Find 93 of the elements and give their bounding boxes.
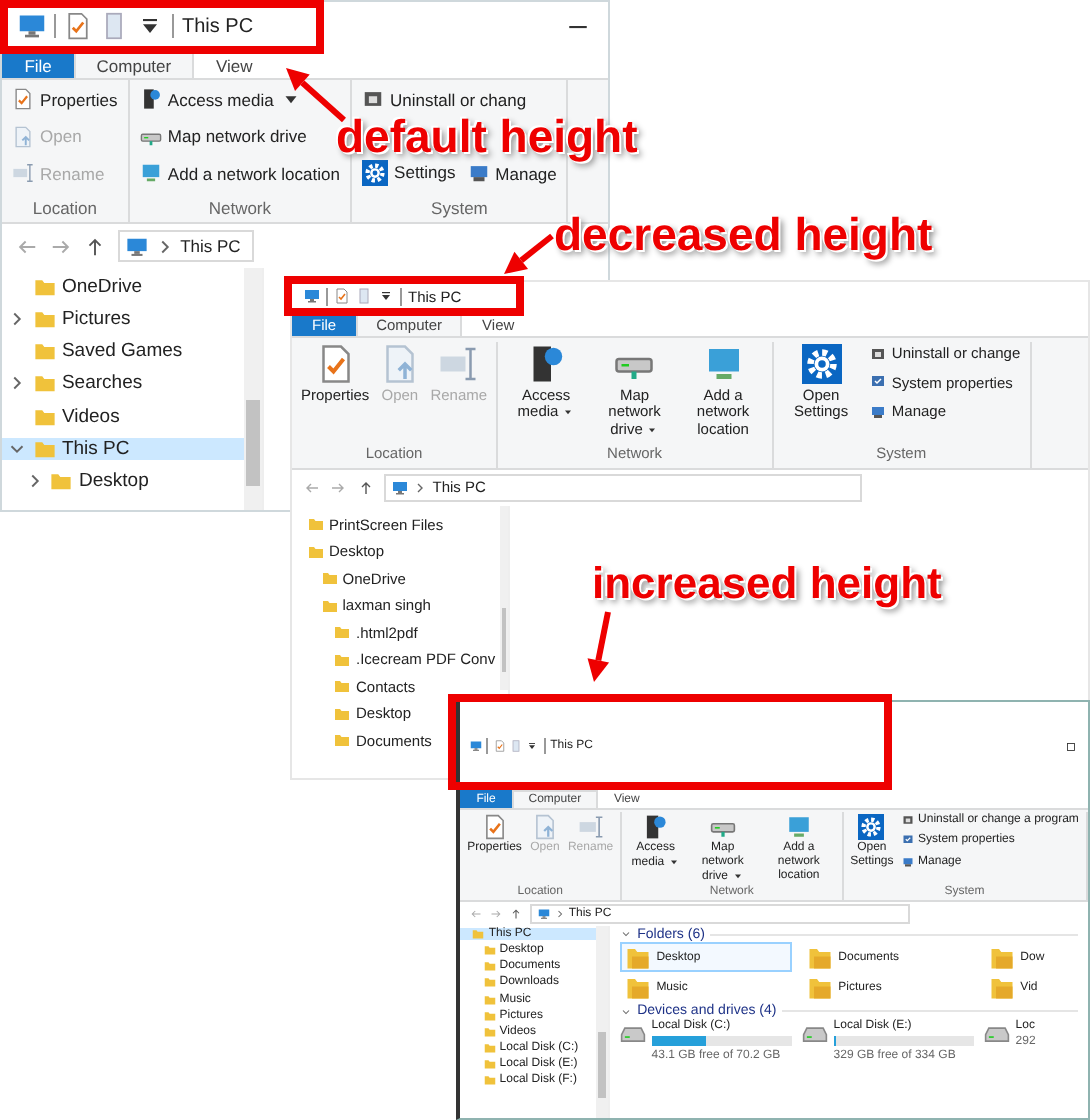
tree-item[interactable]: Saved Games [2,340,244,363]
ribbon-button[interactable]: Settings [358,160,459,187]
caret-icon[interactable] [378,288,394,304]
chevron-right-icon [412,479,428,496]
arrow [504,233,554,274]
back-arrow-icon[interactable] [304,479,320,496]
checked-document-icon [12,88,35,111]
up-arrow-icon[interactable] [510,907,523,920]
ribbon-button[interactable]: Access media [136,88,305,111]
window-title: This PC [182,15,254,37]
network-monitor-icon [703,344,744,384]
back-arrow-icon[interactable] [15,235,38,258]
back-arrow-icon[interactable] [469,907,482,920]
open-document-icon [12,125,35,148]
tree-item[interactable]: Desktop [2,469,244,492]
checked-document-icon[interactable] [64,12,92,40]
annotation-label: decreased height [554,208,933,260]
group-label: Location [30,195,99,222]
tree-item[interactable]: Pictures [2,307,244,330]
arrow [587,611,611,682]
caret-icon [667,855,680,868]
manage-icon [901,855,914,868]
media-device-icon [642,813,669,840]
gear-icon [858,813,885,840]
folder-icon [625,976,650,1001]
monitor-icon [391,479,408,496]
network-monitor-icon [785,813,812,840]
group-label: Network [206,195,274,222]
system-properties-icon [870,374,887,391]
ribbon-button[interactable]: Manage [464,162,561,185]
caret-icon [731,869,744,882]
ribbon-button[interactable]: Map network drive [136,125,311,148]
gear-icon [801,344,842,384]
folder-icon [989,945,1014,970]
folder-icon [807,976,832,1001]
gear-icon [362,160,389,187]
tree-item[interactable]: Searches [2,372,244,395]
ribbon-tab[interactable]: View [193,50,275,79]
folder-icon [50,469,73,492]
caret-icon[interactable] [526,740,539,752]
folder-icon [33,372,56,395]
up-arrow-icon[interactable] [357,479,373,496]
tree-item[interactable]: OneDrive [2,275,244,298]
tree-item[interactable]: Videos [2,405,244,428]
forward-arrow-icon[interactable] [330,479,347,496]
media-device-icon [139,88,162,111]
open-document-icon [531,813,558,840]
rename-icon [577,813,604,840]
folder-icon [33,437,56,460]
checked-document-icon[interactable] [493,740,506,752]
monitor-icon [126,235,148,258]
manage-icon [870,403,887,420]
annotation-label: default height [336,114,638,158]
folder-icon [33,340,56,363]
monitor-icon[interactable] [469,740,482,752]
uninstall-icon [901,813,914,826]
group-label: System [429,195,490,222]
folder-icon [807,945,832,970]
scrollbar[interactable] [596,925,608,1118]
uninstall-icon [870,345,887,361]
up-arrow-icon[interactable] [83,235,106,258]
monitor-icon[interactable] [18,12,46,40]
checked-document-icon[interactable] [334,288,350,304]
maximize-icon[interactable] [1064,739,1079,753]
chevron-down-icon[interactable] [619,928,632,941]
ribbon-button[interactable]: Uninstall or chang [358,88,530,111]
checked-document-icon [481,813,508,840]
caret-icon [646,423,659,436]
chevron-right-icon [553,907,566,920]
monitor-icon [537,907,550,920]
manage-icon [467,162,490,185]
monitor-icon[interactable] [304,288,320,304]
address-bar[interactable]: This PC [117,230,255,262]
folder-icon [989,976,1014,1001]
forward-arrow-icon[interactable] [489,907,502,920]
ribbon-button[interactable]: Properties [8,88,121,111]
uninstall-icon [362,88,385,111]
ribbon-button[interactable]: Add a network location [136,162,344,185]
folder-icon [625,945,650,970]
folder-icon [33,275,56,298]
forward-arrow-icon[interactable] [49,235,72,258]
chevron-down-icon[interactable] [619,1005,632,1018]
system-properties-icon [901,834,914,847]
folder-icon [33,405,56,428]
caret-icon [562,406,575,419]
network-monitor-icon [139,162,162,185]
rename-icon [438,344,479,384]
rename-icon [12,162,35,185]
scrollbar[interactable] [244,267,262,510]
scrollbar[interactable] [499,506,508,691]
tree-item[interactable]: This PC [2,437,244,460]
folder-icon [33,307,56,330]
annotation-label: increased height [592,558,942,610]
